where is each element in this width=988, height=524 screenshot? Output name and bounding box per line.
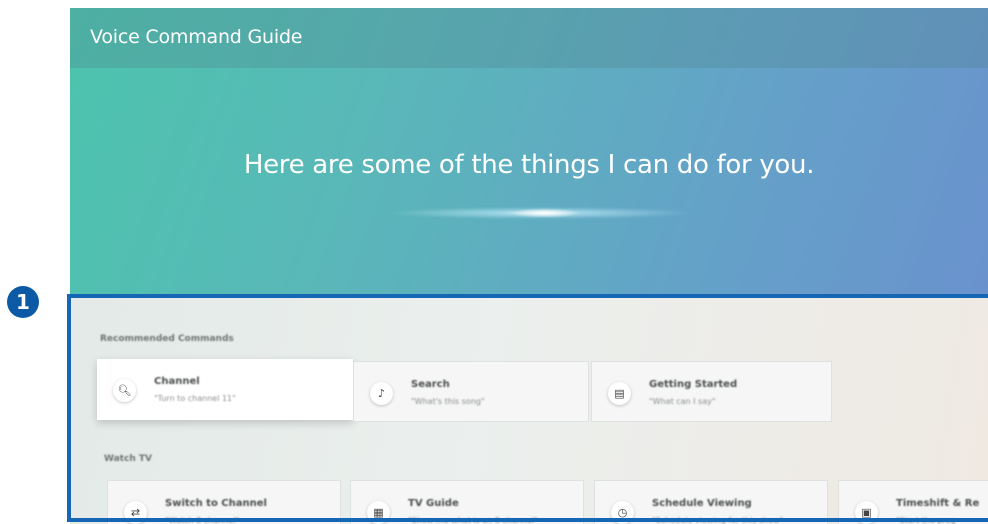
command-card-timeshift[interactable]: ▣ Timeshift & Re "Start the prog bbox=[838, 480, 988, 524]
command-card-hint: "Schedule viewing for this show" bbox=[652, 516, 784, 524]
title-bar: Voice Command Guide bbox=[70, 8, 988, 68]
command-card-title: TV Guide bbox=[408, 498, 459, 509]
command-card-hint: "Start the prog bbox=[896, 516, 956, 524]
timeshift-icon: ▣ bbox=[855, 501, 878, 524]
command-card-hint: "What can I say" bbox=[649, 397, 716, 406]
command-card-title: Channel bbox=[154, 376, 200, 387]
guide-icon: ▤ bbox=[608, 382, 631, 405]
command-card-hint: "Watch 8 channel" bbox=[165, 516, 240, 524]
voice-waveform-core bbox=[510, 208, 580, 218]
command-card-title: Search bbox=[411, 379, 450, 390]
search-icon: 🔍︎ bbox=[113, 379, 136, 402]
music-note-icon: ♪ bbox=[370, 382, 393, 405]
command-card-hint: "Show me what is on 8 channel" bbox=[408, 516, 538, 524]
tv-screen: Voice Command Guide Here are some of the… bbox=[70, 8, 988, 524]
commands-panel: Recommended Commands 🔍︎ Channel "Turn to… bbox=[70, 298, 988, 524]
command-card-hint: "What's this song" bbox=[411, 397, 485, 406]
app-title: Voice Command Guide bbox=[90, 26, 303, 48]
command-card-title: Switch to Channel bbox=[165, 498, 267, 509]
hero-headline: Here are some of the things I can do for… bbox=[243, 150, 815, 180]
section-label-watch-tv: Watch TV bbox=[104, 454, 152, 464]
command-card-title: Schedule Viewing bbox=[652, 498, 752, 509]
tv-guide-icon: ▦ bbox=[367, 501, 390, 524]
schedule-icon: ◷ bbox=[611, 501, 634, 524]
command-card-tv-guide[interactable]: ▦ TV Guide "Show me what is on 8 channel… bbox=[350, 480, 584, 524]
section-label-recommended: Recommended Commands bbox=[100, 334, 234, 344]
callout-number-badge: 1 bbox=[7, 286, 39, 318]
command-card-getting-started[interactable]: ▤ Getting Started "What can I say" bbox=[591, 361, 832, 422]
command-card-switch-channel[interactable]: ⇄ Switch to Channel "Watch 8 channel" bbox=[107, 480, 341, 524]
command-card-title: Getting Started bbox=[649, 379, 738, 390]
command-card-schedule-viewing[interactable]: ◷ Schedule Viewing "Schedule viewing for… bbox=[594, 480, 828, 524]
command-card-title: Timeshift & Re bbox=[896, 498, 980, 509]
channel-switch-icon: ⇄ bbox=[124, 501, 147, 524]
command-card-channel[interactable]: 🔍︎ Channel "Turn to channel 11" bbox=[97, 359, 353, 420]
command-card-hint: "Turn to channel 11" bbox=[154, 394, 236, 403]
command-card-search[interactable]: ♪ Search "What's this song" bbox=[353, 361, 589, 422]
